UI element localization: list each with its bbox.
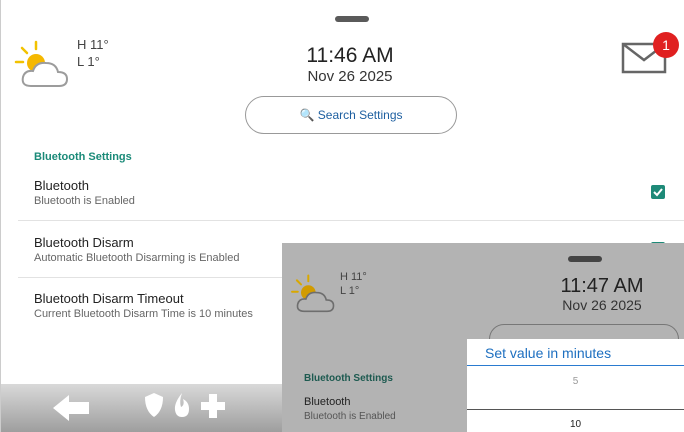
- overlay-clock-date: Nov 26 2025: [562, 297, 642, 313]
- weather-icon: [11, 40, 75, 92]
- weather-low: L 1°: [77, 54, 100, 69]
- overlay-weather-high: H 11°: [340, 271, 367, 283]
- fire-button[interactable]: [171, 391, 193, 424]
- back-button[interactable]: [51, 393, 91, 428]
- overlay-setting-title: Bluetooth: [304, 396, 351, 408]
- picker-title: Set value in minutes: [485, 345, 612, 361]
- picker-option-10[interactable]: 10: [467, 419, 684, 430]
- overlay-weather-low: L 1°: [340, 285, 360, 297]
- overlay-drag-handle[interactable]: [568, 256, 602, 262]
- message-count-badge: 1: [653, 32, 679, 58]
- drag-handle[interactable]: [335, 16, 369, 22]
- back-arrow-icon: [53, 395, 89, 421]
- setting-title: Bluetooth Disarm: [34, 235, 134, 250]
- setting-subtitle: Bluetooth is Enabled: [34, 195, 135, 207]
- picker-title-divider: [467, 365, 684, 366]
- search-settings-button[interactable]: 🔍 Search Settings: [245, 96, 457, 134]
- medical-cross-icon: [201, 394, 225, 418]
- minutes-picker-dialog: Set value in minutes 5 10: [467, 339, 684, 432]
- divider: [18, 220, 684, 221]
- setting-subtitle: Current Bluetooth Disarm Time is 10 minu…: [34, 308, 253, 320]
- overlay-setting-subtitle: Bluetooth is Enabled: [304, 411, 396, 422]
- section-title: Bluetooth Settings: [34, 151, 132, 163]
- setting-title: Bluetooth: [34, 178, 89, 193]
- medical-button[interactable]: [200, 393, 226, 424]
- picker-option-5[interactable]: 5: [467, 376, 684, 387]
- search-label: 🔍 Search Settings: [299, 108, 403, 122]
- clock-date: Nov 26 2025: [307, 68, 393, 85]
- check-icon: [653, 188, 663, 197]
- setting-title: Bluetooth Disarm Timeout: [34, 291, 184, 306]
- setting-subtitle: Automatic Bluetooth Disarming is Enabled: [34, 252, 240, 264]
- overlay-section-title: Bluetooth Settings: [304, 373, 393, 384]
- clock-time: 11:46 AM: [306, 44, 394, 67]
- overlay-clock-time: 11:47 AM: [560, 275, 644, 297]
- flame-icon: [174, 393, 189, 417]
- setting-row-bluetooth[interactable]: Bluetooth Bluetooth is Enabled: [18, 170, 684, 218]
- overlay-weather-icon: [288, 273, 340, 317]
- weather-high: H 11°: [77, 37, 109, 52]
- bluetooth-checkbox[interactable]: [651, 185, 665, 199]
- security-button[interactable]: [144, 392, 164, 423]
- shield-icon: [145, 393, 163, 417]
- picker-selection-line: [467, 409, 684, 410]
